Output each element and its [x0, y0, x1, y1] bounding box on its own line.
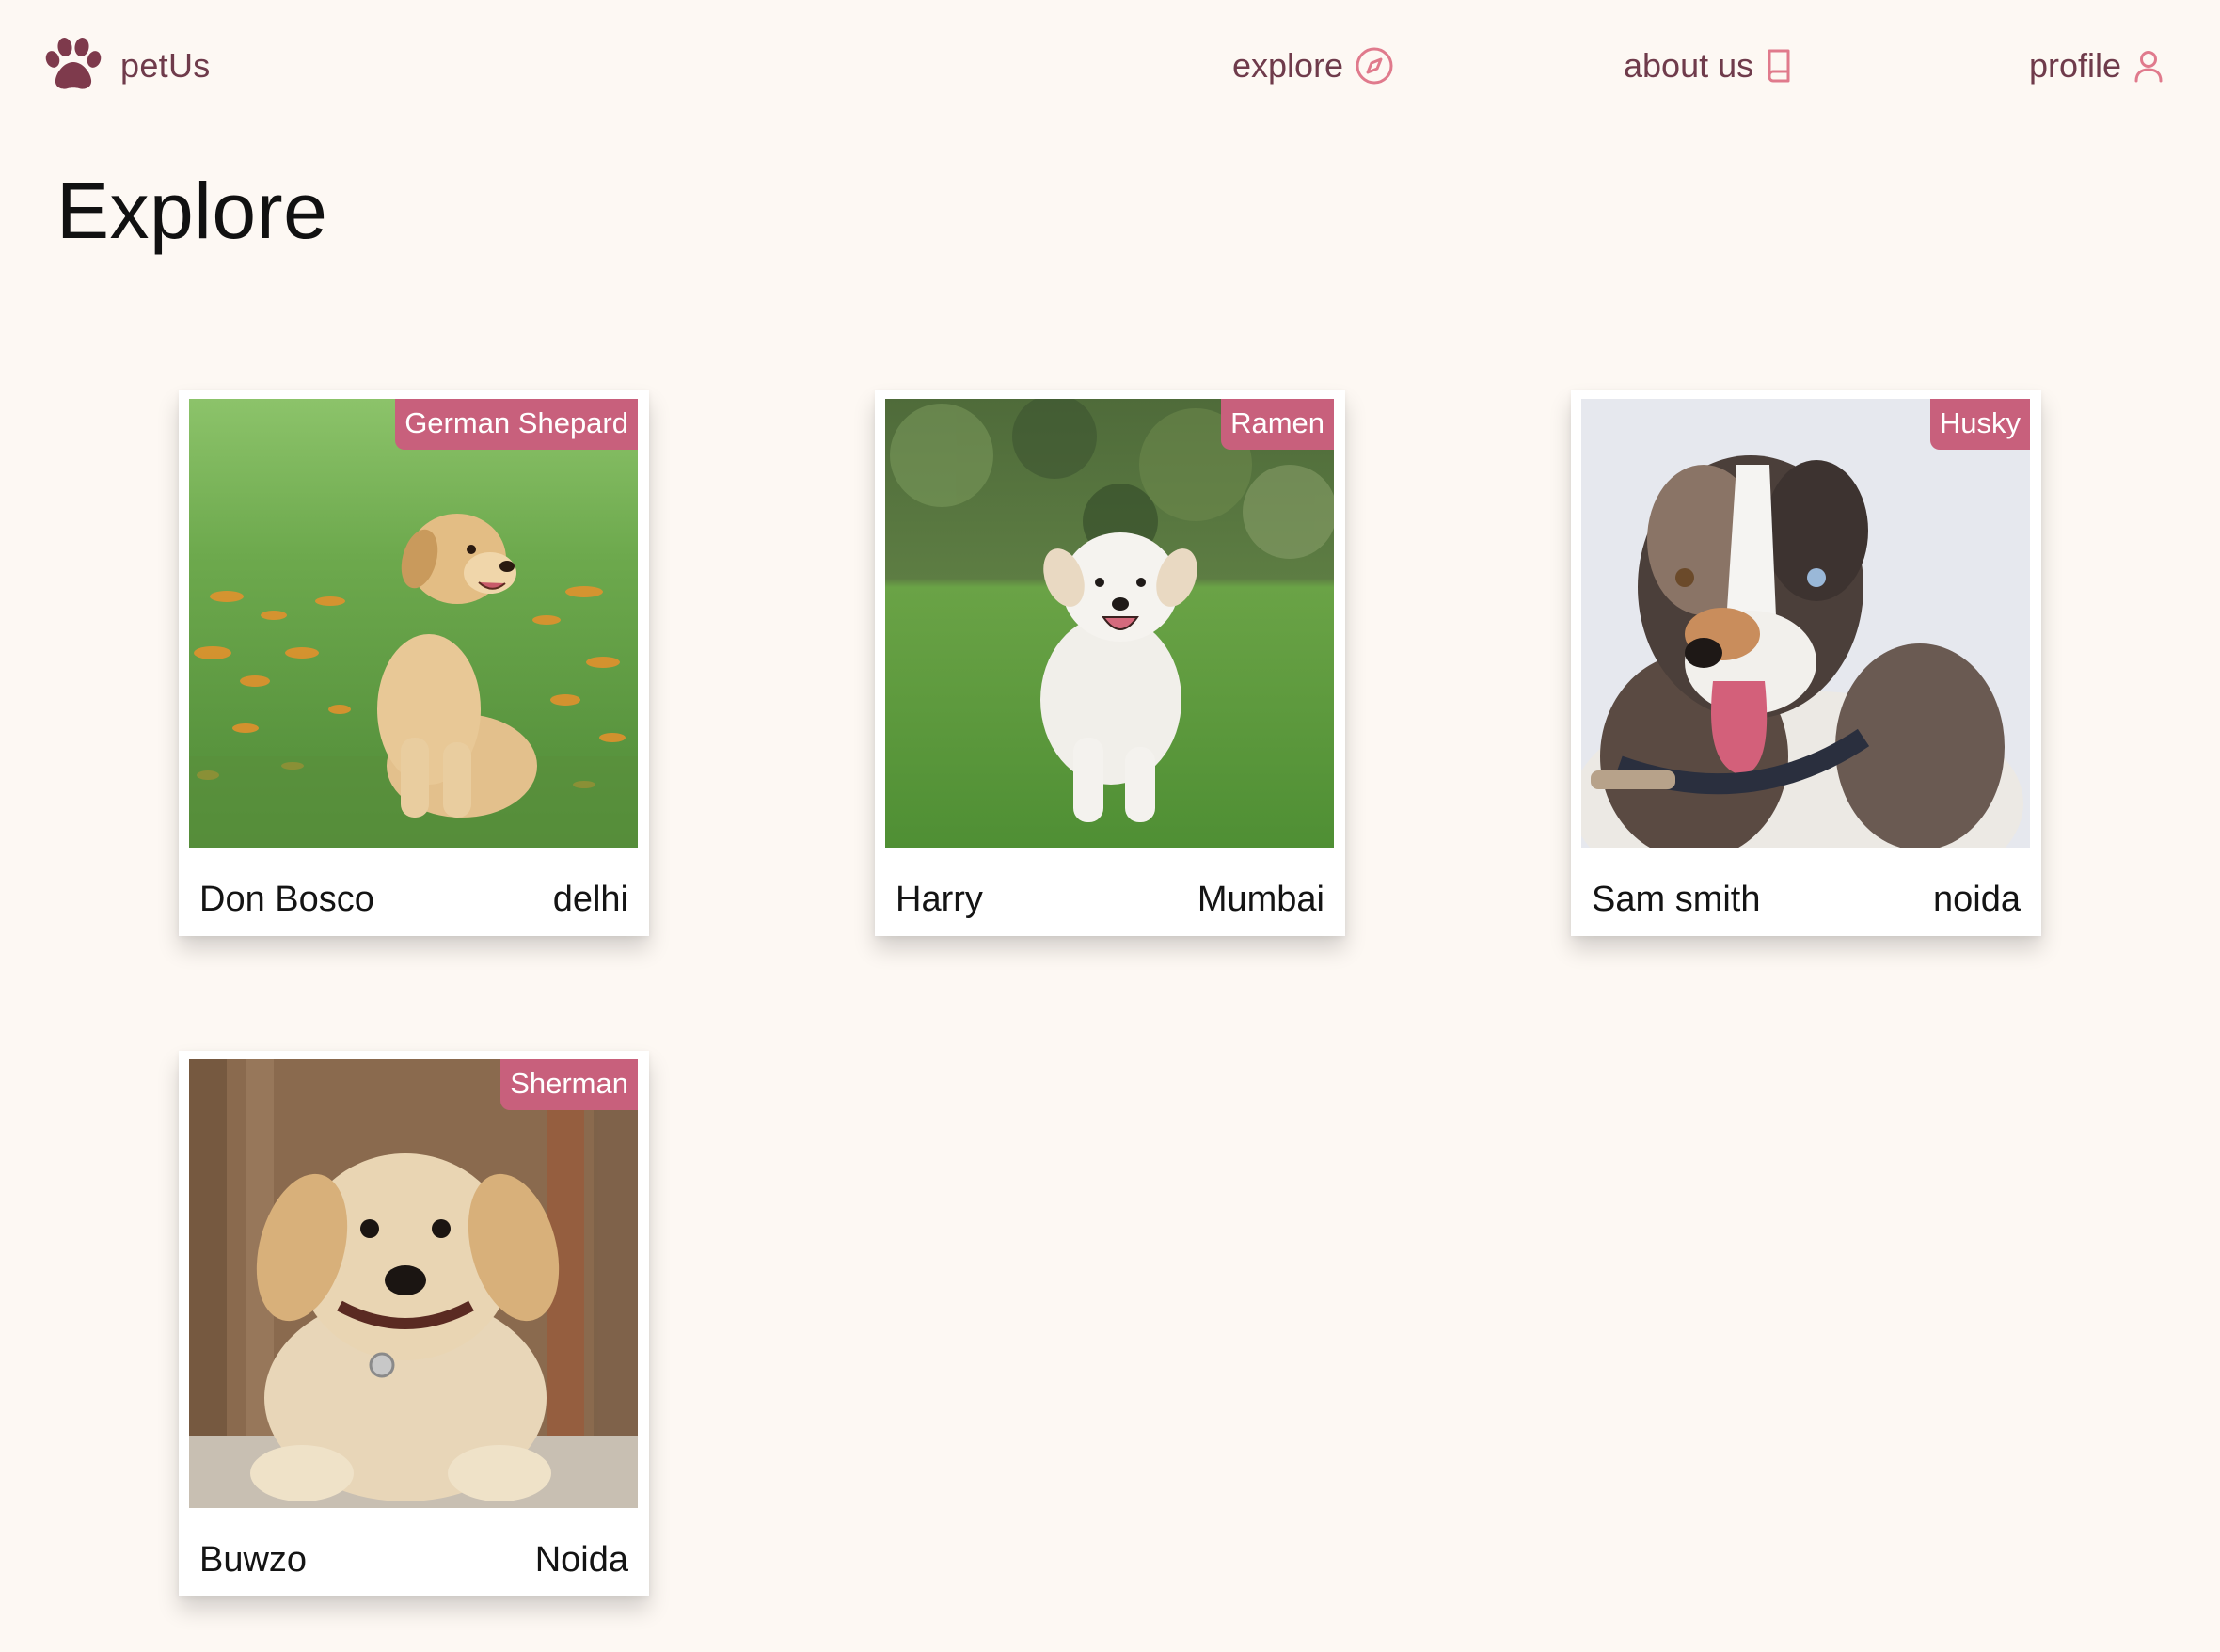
pet-photo: Sherman [189, 1059, 638, 1508]
book-icon [1765, 47, 1795, 85]
pet-name: Sam smith [1592, 880, 1761, 919]
nav-about-label: about us [1624, 46, 1754, 85]
pet-location: Mumbai [1197, 880, 1324, 919]
breed-badge: Husky [1929, 399, 2030, 450]
pet-meta: Sam smith noida [1592, 880, 2021, 920]
nav-profile-link[interactable]: profile [2029, 41, 2164, 90]
breed-badge: German Shepard [395, 399, 638, 450]
pet-name: Don Bosco [199, 880, 374, 919]
nav-explore-link[interactable]: explore [1232, 41, 1394, 90]
retriever-puppy-photo [189, 1059, 638, 1508]
pet-card[interactable]: Sherman Buwzo Noida [179, 1051, 649, 1596]
pet-card[interactable]: Ramen Harry Mumbai [875, 390, 1345, 936]
explore-page: petUs explore about us profile Explore G… [0, 0, 2220, 1652]
pet-meta: Buwzo Noida [199, 1540, 628, 1581]
golden-puppy-photo [189, 399, 638, 848]
brand-name: petUs [120, 46, 211, 85]
brand-logo[interactable]: petUs [43, 36, 211, 96]
pet-card[interactable]: Husky Sam smith noida [1571, 390, 2041, 936]
pet-name: Buwzo [199, 1540, 308, 1580]
nav-profile-label: profile [2029, 46, 2122, 85]
user-icon [2133, 49, 2164, 83]
pet-card[interactable]: German Shepard Don Bosco delhi [179, 390, 649, 936]
page-title: Explore [56, 167, 328, 255]
pet-photo: German Shepard [189, 399, 638, 848]
pet-photo: Husky [1581, 399, 2030, 848]
australian-shepherd-photo [1581, 399, 2030, 848]
pet-meta: Harry Mumbai [896, 880, 1324, 920]
compass-icon [1355, 46, 1394, 86]
pet-photo: Ramen [885, 399, 1334, 848]
paw-icon [43, 37, 103, 96]
nav-about-link[interactable]: about us [1624, 41, 1795, 90]
pet-location: Noida [534, 1540, 628, 1580]
pet-meta: Don Bosco delhi [199, 880, 628, 920]
breed-badge: Ramen [1221, 399, 1334, 450]
breed-badge: Sherman [500, 1059, 638, 1110]
pet-name: Harry [896, 880, 983, 919]
pet-location: noida [1933, 880, 2021, 919]
nav-explore-label: explore [1232, 46, 1344, 85]
white-puppy-photo [885, 399, 1334, 848]
pet-location: delhi [552, 880, 628, 919]
